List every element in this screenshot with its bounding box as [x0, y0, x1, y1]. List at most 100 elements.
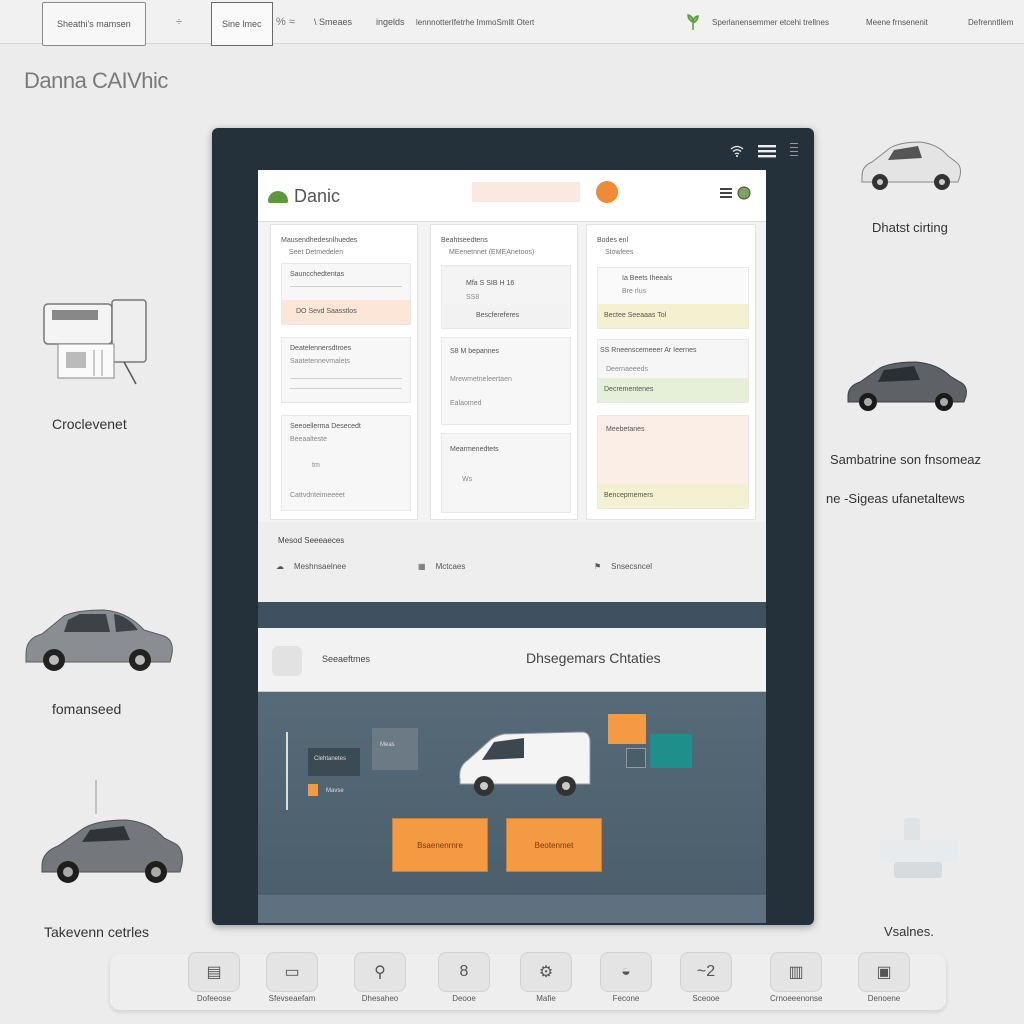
dock-label: Dofeeose: [196, 994, 232, 1003]
machine-icon: [40, 296, 152, 395]
card-subtitle: Bre rlus: [622, 288, 647, 295]
card-title: Deatelennersdtroes: [290, 345, 352, 352]
card-title: SS Rneenscemeeer Ar Ieernes: [600, 347, 697, 354]
node-label: Meas: [380, 742, 395, 748]
node-box-1[interactable]: Clehtanetes: [308, 748, 360, 776]
card-title: Seeoellerma Desecedt: [290, 423, 361, 430]
card-subtitle: Mrewmetneleertaen: [450, 376, 512, 383]
column-1-card-2[interactable]: Deatelennersdtroes Saatetennevmalets: [281, 337, 411, 403]
panel-column-1: Mausendhedesnlhuedes Seet Detmedelen Sau…: [270, 224, 418, 520]
summary-item-3[interactable]: ⚑ Snsecsncel: [594, 562, 652, 571]
document-icon[interactable]: [272, 646, 302, 676]
column-2-card-2[interactable]: S8 M bepannes Mrewmetneleertaen Ealaomed: [441, 337, 571, 425]
summary-item-1[interactable]: ☁ Meshnsaelnee: [276, 562, 346, 571]
toolbar-item-1[interactable]: \ Smeaes: [314, 0, 352, 44]
card-subtitle: Beeaalteste: [290, 436, 327, 443]
action-button-1-label: Bsaenenrnre: [417, 840, 463, 850]
section-toolbar: Seeaeftmes Dhsegemars Chtaties: [258, 628, 766, 692]
section-toolbar-title: Dhsegemars Chtaties: [526, 650, 661, 666]
card-title: Ia Beets Iheeals: [622, 275, 673, 282]
column-3-card-3[interactable]: Meebetanes Bencepmemers: [597, 415, 749, 509]
column-3-subheader: Stowlees: [605, 249, 634, 256]
toolbar-item-6[interactable]: Defrenntllem: [968, 0, 1013, 44]
toolbar-primary-button[interactable]: Sheathi's mamsen: [42, 2, 146, 46]
caption-left-3: Takevenn cetrles: [44, 924, 150, 940]
dock-display[interactable]: ▭ Sfevseaefam: [266, 952, 318, 1003]
column-3-card-2[interactable]: SS Rneenscemeeer Ar Ieernes Deernaeeeds …: [597, 339, 749, 403]
more-icon[interactable]: [790, 142, 798, 163]
caption-right-2: Sambatrine son fnsomeaz: [830, 452, 982, 467]
cloud-icon: ☁: [276, 562, 284, 571]
node-box-2[interactable]: Meas: [372, 728, 418, 770]
sedan-car-icon: [38, 780, 184, 891]
toolbar-item-3[interactable]: lennnotterIfetrhe ImmoSmllt Otert: [416, 0, 534, 44]
caption-right-4: Vsalnes.: [884, 924, 934, 939]
tools-icon: ⚲: [354, 952, 406, 992]
column-3-card-1[interactable]: Ia Beets Iheeals Bre rlus Bectee Seeaaas…: [597, 267, 749, 329]
dock-label: Denoene: [867, 994, 901, 1003]
wifi-icon[interactable]: [730, 145, 744, 160]
column-1-header: Mausendhedesnlhuedes: [281, 237, 358, 244]
device-3d-icon: [876, 812, 962, 887]
card-tag: tm: [312, 462, 320, 469]
section-toolbar-left-label[interactable]: Seeaeftmes: [322, 654, 370, 664]
dock-gear[interactable]: ⚙ Mafie: [520, 952, 572, 1003]
van-icon[interactable]: [454, 720, 594, 809]
action-button-2-label: Beotenmet: [534, 840, 574, 850]
card-footer: Bescfereferes: [442, 304, 570, 328]
card-footer: Bectee Seeaaas Tol: [598, 304, 748, 328]
column-1-card-3[interactable]: Seeoellerma Desecedt Beeaalteste tm Catt…: [281, 415, 411, 511]
small-tile[interactable]: [626, 748, 646, 768]
section-divider: [258, 602, 766, 628]
caption-left-1: Croclevenet: [52, 416, 127, 432]
card-subtitle: Saatetennevmalets: [290, 358, 350, 365]
toolbar-item-5[interactable]: Meene frnsenenit: [866, 0, 928, 44]
card-title: S8 M bepannes: [450, 348, 500, 355]
dock-eight[interactable]: 8 Deooe: [438, 952, 490, 1003]
orange-marker: [308, 784, 318, 796]
teal-tile[interactable]: [650, 734, 692, 768]
summary-item-2[interactable]: ▦ Mctcaes: [418, 562, 465, 571]
app-logo[interactable]: Danic: [268, 186, 340, 207]
summary-item-label: Snsecsncel: [611, 562, 653, 571]
panel-column-2: Beahtseedtens MEenetnnet (EMEAnetoos) Mf…: [430, 224, 578, 520]
summary-title: Mesod Seeeaeces: [278, 536, 345, 545]
toolbar-secondary-button[interactable]: Sine lmec: [211, 2, 273, 46]
divider: [290, 286, 402, 287]
panel-column-3: Bodes enl Stowlees Ia Beets Iheeals Bre …: [586, 224, 756, 520]
plant-icon: [686, 0, 700, 44]
action-button-1[interactable]: Bsaenenrnre: [392, 818, 488, 872]
orange-tile[interactable]: [608, 714, 646, 744]
toolbar-item-2[interactable]: ingelds: [376, 0, 405, 44]
column-1-subheader: Seet Detmedelen: [289, 249, 344, 256]
card-title: Mfa S SIB H 16: [466, 280, 515, 287]
vertical-marker: [286, 732, 288, 810]
percent-icon[interactable]: % ≈: [276, 0, 295, 44]
summary-item-label: Meshnsaelnee: [294, 562, 347, 571]
dark-sedan-icon: [844, 356, 970, 419]
divider: [290, 378, 402, 379]
summary-item-label: Mctcaes: [435, 562, 466, 571]
dock-printer[interactable]: ▤ Dofeeose: [188, 952, 240, 1003]
profile-avatar[interactable]: [596, 181, 618, 203]
tablet-device: Danic Mausendhedesnlhuedes Seet Detmedel…: [212, 128, 814, 925]
divide-icon[interactable]: ÷: [176, 0, 182, 44]
column-2-card-1[interactable]: Mfa S SIB H 16 SS8 Bescfereferes: [441, 265, 571, 329]
card-subtitle: Deernaeeeds: [606, 366, 649, 373]
dock-tools[interactable]: ⚲ Dhesaheo: [354, 952, 406, 1003]
node-label: Clehtanetes: [314, 756, 347, 762]
toolbar-item-4[interactable]: Sperlanensemmer etcehi trellnes: [712, 0, 829, 44]
search-input[interactable]: [472, 182, 580, 202]
dock-battery[interactable]: ▥ Crnoeeenonse: [770, 952, 822, 1003]
card-footer-label: DO Sevd Saasstlos: [296, 308, 357, 315]
action-button-2[interactable]: Beotenmet: [506, 818, 602, 872]
bottom-dock: ▤ Dofeeose ▭ Sfevseaefam ⚲ Dhesaheo 8 Deooe …: [110, 952, 946, 1010]
menu-icon[interactable]: [758, 144, 776, 161]
column-2-card-3[interactable]: Mearmenedtets Ws: [441, 433, 571, 513]
dock-device[interactable]: ▣ Denoene: [858, 952, 910, 1003]
card-footer-label: Decrementenes: [604, 386, 654, 393]
header-tools-icon[interactable]: [720, 185, 752, 204]
dock-chart[interactable]: ~2 Sceooe: [680, 952, 732, 1003]
column-1-card-1[interactable]: Sauncchedtentas DO Sevd Saasstlos: [281, 263, 411, 325]
dock-gauge[interactable]: ◒ Fecone: [600, 952, 652, 1003]
